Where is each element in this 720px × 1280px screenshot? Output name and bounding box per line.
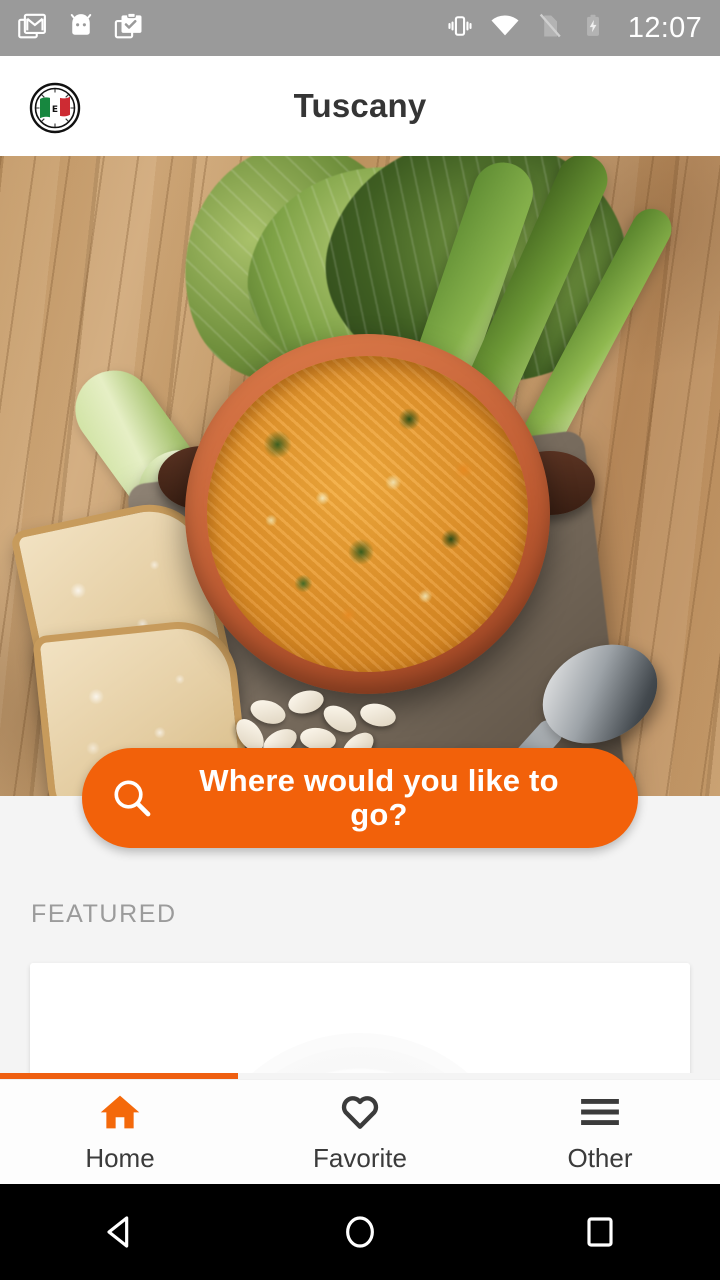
battery-charging-icon: [580, 13, 606, 44]
back-icon[interactable]: [0, 1212, 240, 1252]
sim-card-off-icon: [536, 12, 564, 45]
bottom-navigation-bar: Home Favorite Other: [0, 1079, 720, 1184]
android-system-navigation: [0, 1184, 720, 1280]
recents-square-icon[interactable]: [480, 1212, 720, 1252]
hero-food-image: [0, 156, 720, 796]
hamburger-menu-icon: [577, 1091, 623, 1133]
home-circle-icon[interactable]: [240, 1212, 480, 1252]
search-button[interactable]: Where would you like to go?: [82, 748, 638, 848]
nav-label-home: Home: [85, 1142, 155, 1173]
nav-item-other[interactable]: Other: [480, 1080, 720, 1184]
nav-item-home[interactable]: Home: [0, 1080, 240, 1184]
status-bar: 12:07: [0, 0, 720, 56]
heart-icon: [339, 1091, 381, 1133]
search-prompt-text: Where would you like to go?: [199, 762, 559, 832]
tuscan-soup: [207, 356, 528, 672]
status-bar-notification-icons: [18, 11, 144, 46]
nav-item-favorite[interactable]: Favorite: [240, 1080, 480, 1184]
nav-label-favorite: Favorite: [313, 1142, 407, 1173]
featured-section-label: FEATURED: [31, 900, 177, 928]
clipboard-check-icon: [114, 11, 144, 46]
page-title: Tuscany: [293, 87, 427, 124]
status-bar-clock: 12:07: [627, 11, 702, 44]
wifi-icon: [490, 11, 520, 46]
status-bar-system-icons: 12:07: [446, 11, 702, 46]
gmail-icon: [18, 11, 48, 46]
app-bar: E Tuscany: [0, 56, 720, 156]
nav-label-other: Other: [567, 1142, 633, 1173]
vibrate-icon: [446, 12, 474, 45]
search-icon: [82, 775, 168, 821]
hero-photo-illustration: [0, 156, 720, 796]
terracotta-bowl: [185, 334, 550, 694]
phone-screen: 12:07 E Tuscany Where would you like to …: [0, 0, 720, 1280]
android-head-icon: [66, 11, 96, 46]
home-icon: [98, 1091, 142, 1133]
